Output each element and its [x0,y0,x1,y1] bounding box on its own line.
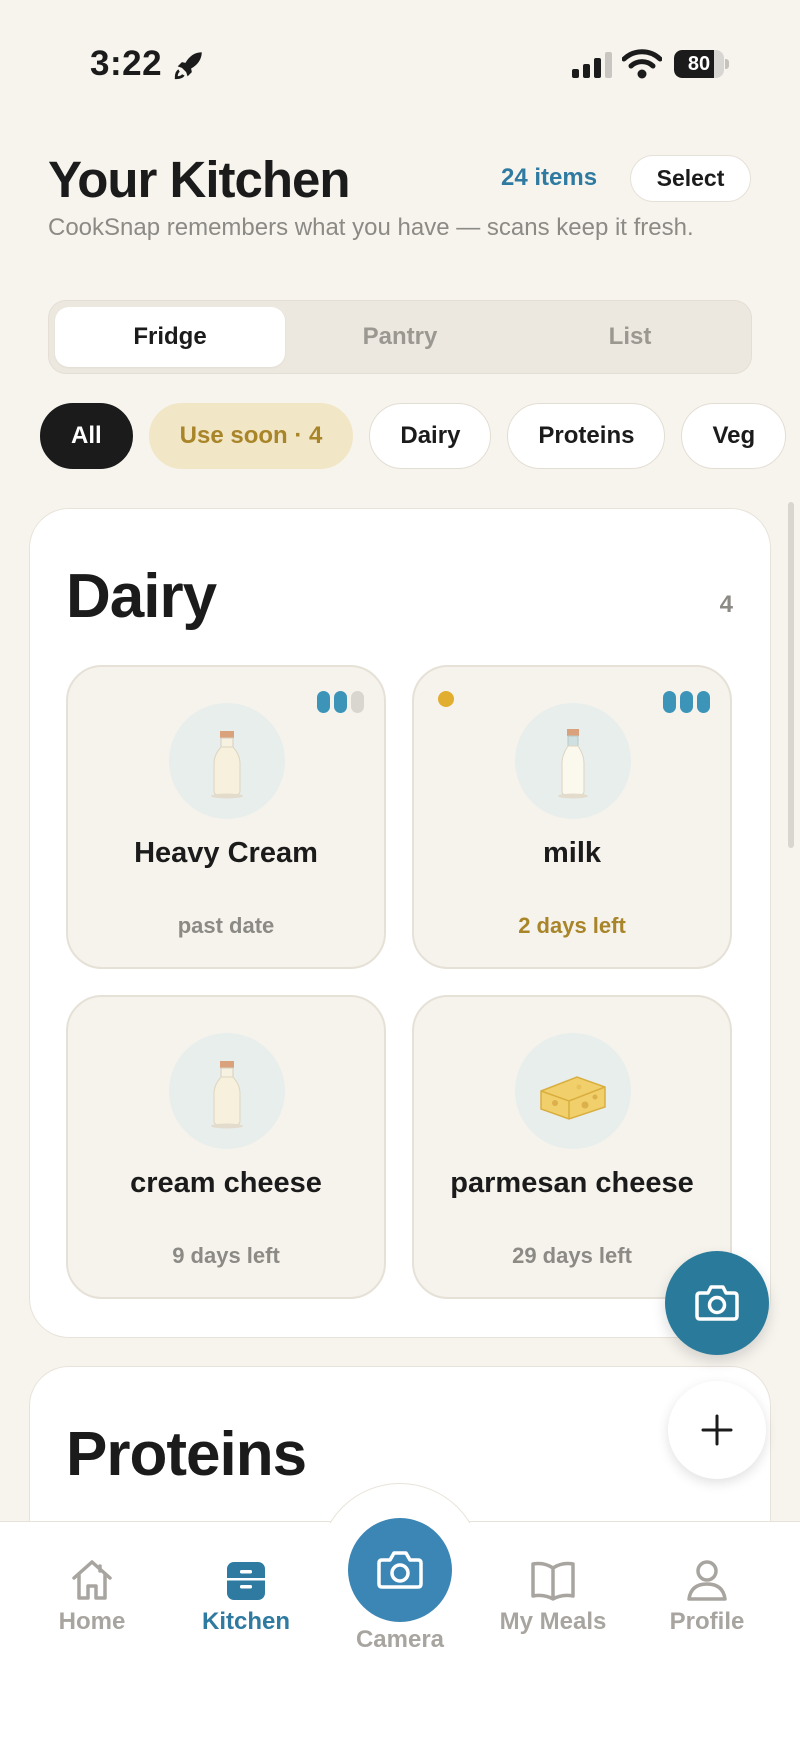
item-card-cream-cheese[interactable]: cream cheese 9 days left [66,995,386,1299]
item-name: Heavy Cream [134,837,318,869]
milk-bottle-icon [169,1033,285,1149]
tab-label: Kitchen [201,1608,290,1635]
wifi-icon [622,49,662,79]
camera-icon [377,1551,423,1589]
tab-pantry[interactable]: Pantry [285,307,515,367]
chip-dairy[interactable]: Dairy [369,403,492,469]
status-bar: 3:22 80 [0,0,800,130]
tab-my-meals[interactable]: My Meals [478,1556,628,1636]
milk-bottle-icon [169,703,285,819]
tab-profile[interactable]: Profile [632,1556,782,1636]
use-soon-dot [438,691,454,707]
milk-bottle-icon [515,703,631,819]
tab-label: Home [58,1608,126,1635]
item-card-heavy-cream[interactable]: Heavy Cream past date [66,665,386,969]
kitchen-icon [227,1562,265,1600]
camera-tab-button[interactable] [348,1518,452,1622]
tab-label: Profile [669,1608,745,1635]
chip-proteins[interactable]: Proteins [507,403,666,469]
chip-veg[interactable]: Veg [681,403,787,469]
plus-icon [701,1414,733,1446]
filter-chips: All Use soon · 4 Dairy Proteins Veg [40,403,787,469]
home-icon [72,1560,112,1600]
profile-icon [687,1560,727,1601]
tab-fridge[interactable]: Fridge [55,307,285,367]
storage-segmented-control: Fridge Pantry List [48,300,752,374]
book-icon [531,1561,575,1601]
item-card-milk[interactable]: milk 2 days left [412,665,732,969]
tab-list[interactable]: List [515,307,745,367]
chip-all[interactable]: All [40,403,133,469]
scrollbar[interactable] [788,502,794,848]
category-card-dairy: Dairy 4 Heavy Cream past date milk 2 day… [29,508,771,1338]
select-button[interactable]: Select [630,155,751,202]
category-title: Dairy [66,562,217,631]
battery-icon: 80 [674,50,730,78]
camera-icon [695,1285,739,1321]
chip-use-soon[interactable]: Use soon · 4 [148,403,354,469]
page-title: Your Kitchen [48,151,351,208]
item-name: milk [542,837,602,869]
page-subtitle: CookSnap remembers what you have — scans… [48,214,694,241]
item-expiry: past date [177,913,275,938]
rocket-icon [174,52,202,80]
tab-kitchen[interactable]: Kitchen [171,1556,321,1636]
item-expiry: 9 days left [172,1243,280,1268]
item-expiry: 2 days left [518,913,626,938]
freshness-indicator [663,691,710,713]
freshness-indicator [317,691,364,713]
battery-level: 80 [687,53,711,75]
tab-home[interactable]: Home [17,1556,167,1636]
cellular-signal-icon [572,52,612,78]
scan-camera-button[interactable] [665,1251,769,1355]
tab-label: My Meals [499,1608,607,1635]
item-name: parmesan cheese [450,1167,694,1199]
item-name: cream cheese [130,1167,322,1199]
item-count: 24 items [501,164,598,191]
status-time: 3:22 [90,44,163,83]
item-card-parmesan-cheese[interactable]: parmesan cheese 29 days left [412,995,732,1299]
tab-camera-label[interactable]: Camera [325,1626,475,1654]
cheese-icon [515,1033,631,1149]
category-count: 4 [719,591,733,618]
category-title: Proteins [66,1420,307,1489]
add-item-button[interactable] [668,1381,766,1479]
